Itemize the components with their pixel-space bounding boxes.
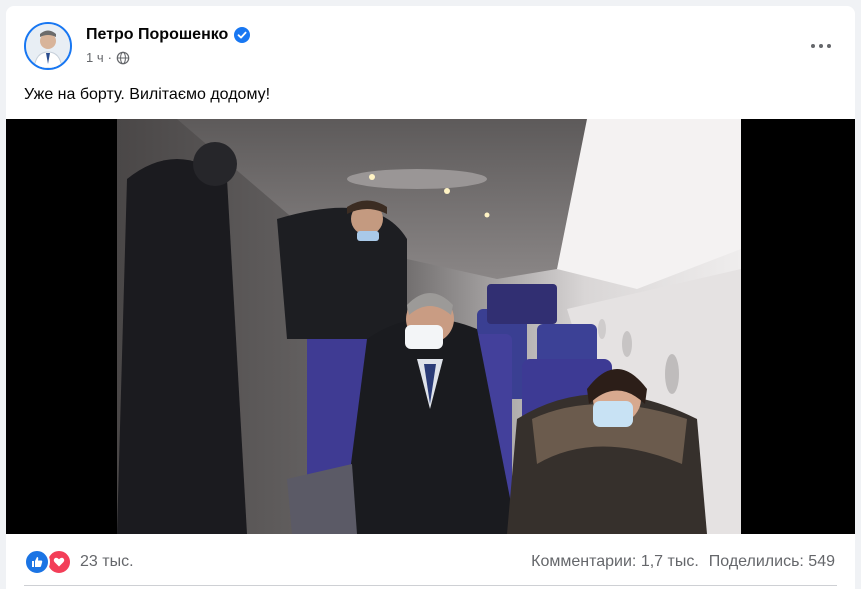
post-header: Петро Порошенко 1 ч · xyxy=(24,22,839,72)
post-timestamp[interactable]: 1 ч xyxy=(86,50,104,65)
reactions-summary[interactable]: 23 тыс. xyxy=(24,549,134,575)
post-media[interactable] xyxy=(6,119,855,534)
shares-count[interactable]: Поделились: 549 xyxy=(709,553,835,571)
footer-divider xyxy=(24,585,837,586)
author-avatar[interactable] xyxy=(24,22,72,70)
author-name[interactable]: Петро Порошенко xyxy=(86,26,228,44)
post-text: Уже на борту. Вилітаємо додому! xyxy=(24,86,271,103)
post-photo[interactable] xyxy=(117,119,741,534)
like-icon xyxy=(24,549,50,575)
engagement-stats: Комментарии: 1,7 тыс. Поделились: 549 xyxy=(531,553,835,571)
globe-icon[interactable] xyxy=(116,51,130,65)
more-options-icon xyxy=(811,44,815,48)
verified-badge-icon xyxy=(234,27,251,43)
comments-count[interactable]: Комментарии: 1,7 тыс. xyxy=(531,553,699,571)
post-footer: 23 тыс. Комментарии: 1,7 тыс. Поделились… xyxy=(6,541,855,581)
more-options-button[interactable] xyxy=(803,28,839,64)
meta-separator: · xyxy=(107,50,112,65)
post-card: Петро Порошенко 1 ч · Уже на борту. Вилі… xyxy=(6,6,855,589)
reaction-count[interactable]: 23 тыс. xyxy=(80,553,134,571)
